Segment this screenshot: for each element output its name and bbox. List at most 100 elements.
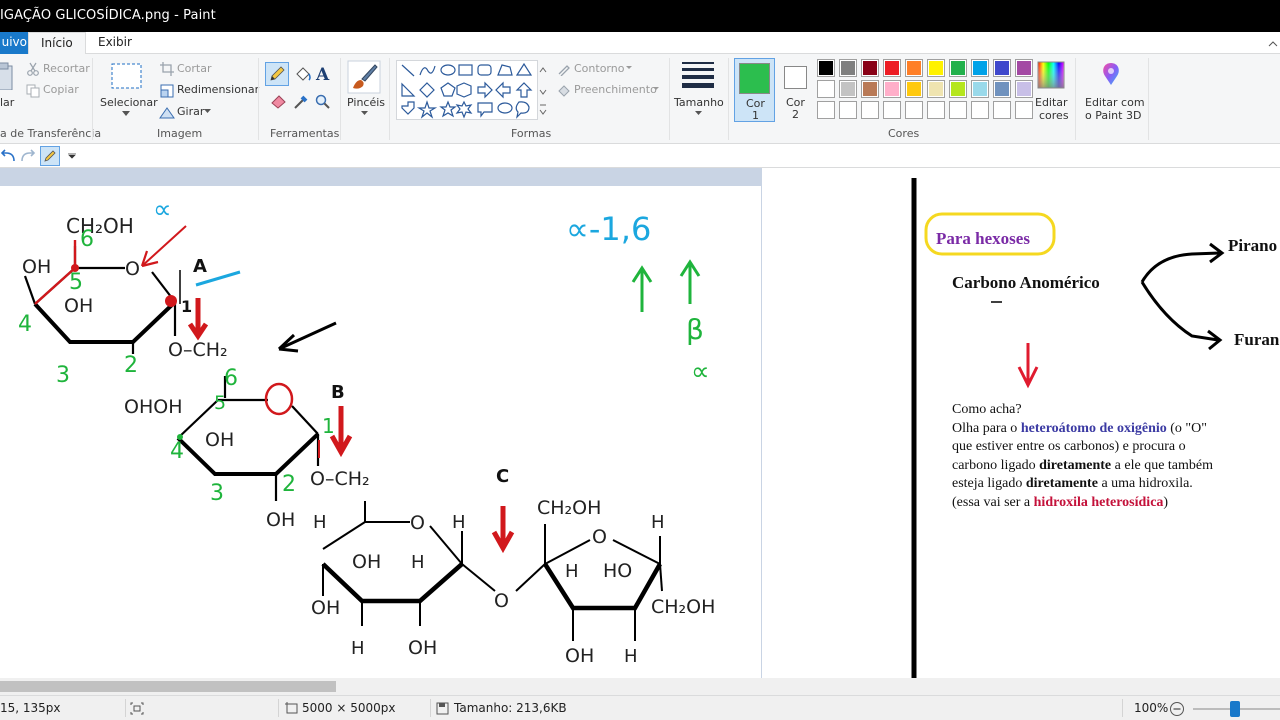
ring4-oh: OH bbox=[565, 645, 594, 667]
palette-swatch[interactable] bbox=[839, 80, 857, 98]
chevron-down-icon[interactable] bbox=[695, 111, 702, 116]
palette-swatch[interactable] bbox=[861, 101, 879, 119]
chevron-down-icon[interactable] bbox=[122, 111, 130, 117]
palette-swatch[interactable] bbox=[927, 80, 945, 98]
collapse-ribbon-icon[interactable] bbox=[1268, 40, 1278, 48]
cut-button[interactable]: Recortar bbox=[43, 62, 90, 75]
ribbon: lar Recortar Copiar a de Transferência S… bbox=[0, 41, 1280, 144]
paint3d-icon[interactable] bbox=[1097, 61, 1125, 89]
status-divider bbox=[278, 699, 279, 717]
redo-icon[interactable] bbox=[20, 148, 36, 164]
chevron-down-icon[interactable] bbox=[653, 87, 659, 91]
edit-colors-icon[interactable] bbox=[1037, 61, 1065, 89]
colors-group-label: Cores bbox=[888, 127, 920, 140]
color2-button[interactable]: Cor 2 bbox=[778, 58, 814, 122]
undo-icon[interactable] bbox=[0, 148, 16, 164]
brushes-button[interactable]: Pincéis bbox=[347, 96, 385, 109]
palette-swatch[interactable] bbox=[993, 59, 1011, 77]
palette-swatch[interactable] bbox=[905, 80, 923, 98]
group-divider bbox=[1075, 58, 1076, 140]
paste-icon[interactable] bbox=[0, 62, 14, 91]
label-c: C bbox=[496, 466, 509, 487]
tab-file[interactable]: uivo bbox=[0, 32, 29, 54]
chevron-down-icon[interactable] bbox=[204, 109, 211, 114]
zoom-out-icon[interactable] bbox=[1169, 701, 1185, 717]
size-icon[interactable] bbox=[682, 62, 714, 90]
color2-swatch bbox=[784, 66, 807, 89]
copy-icon bbox=[26, 83, 40, 102]
outline-button[interactable]: Contorno bbox=[574, 62, 624, 75]
ring4-ho: HO bbox=[603, 560, 632, 582]
color2-label-b: 2 bbox=[792, 108, 799, 121]
palette-swatch[interactable] bbox=[949, 59, 967, 77]
palette-swatch[interactable] bbox=[861, 59, 879, 77]
eraser-icon[interactable] bbox=[270, 93, 288, 109]
select-icon[interactable] bbox=[111, 63, 143, 95]
palette-swatch[interactable] bbox=[949, 101, 967, 119]
copy-button[interactable]: Copiar bbox=[43, 83, 79, 96]
paint3d-label-b[interactable]: o Paint 3D bbox=[1085, 109, 1141, 122]
rotate-button[interactable]: Girar bbox=[177, 105, 204, 118]
chevron-down-icon[interactable] bbox=[626, 66, 632, 70]
tab-home[interactable]: Início bbox=[28, 32, 86, 55]
palette-swatch[interactable] bbox=[949, 80, 967, 98]
carbon-number: 6 bbox=[80, 227, 94, 252]
scrollbar-thumb[interactable] bbox=[0, 681, 336, 692]
palette-swatch[interactable] bbox=[971, 101, 989, 119]
zoom-slider-thumb[interactable] bbox=[1230, 701, 1240, 717]
swatch-color bbox=[973, 82, 987, 96]
palette-swatch[interactable] bbox=[1015, 80, 1033, 98]
palette-swatch[interactable] bbox=[971, 80, 989, 98]
fill-button[interactable]: Preenchimento bbox=[574, 83, 657, 96]
notes-canvas[interactable]: Para hexoses Carbono Anomérico Pirano Fu… bbox=[762, 168, 1280, 678]
group-divider bbox=[340, 58, 341, 140]
selection-size-icon bbox=[130, 702, 144, 715]
palette-swatch[interactable] bbox=[817, 80, 835, 98]
paint3d-label-a[interactable]: Editar com bbox=[1085, 96, 1145, 109]
bridge-o: O bbox=[494, 590, 509, 612]
shapes-scroll[interactable] bbox=[538, 60, 548, 120]
brush-icon[interactable] bbox=[347, 60, 381, 94]
chevron-down-icon[interactable] bbox=[361, 111, 368, 116]
palette-swatch[interactable] bbox=[927, 101, 945, 119]
palette-swatch[interactable] bbox=[883, 101, 901, 119]
palette-swatch[interactable] bbox=[861, 80, 879, 98]
palette-swatch[interactable] bbox=[839, 59, 857, 77]
magnifier-icon[interactable] bbox=[315, 94, 331, 110]
palette-swatch[interactable] bbox=[817, 59, 835, 77]
palette-swatch[interactable] bbox=[993, 101, 1011, 119]
edit-colors-label-a[interactable]: Editar bbox=[1035, 96, 1068, 109]
palette-swatch[interactable] bbox=[905, 59, 923, 77]
svg-text:1: 1 bbox=[181, 297, 192, 316]
svg-text:1: 1 bbox=[322, 414, 335, 438]
select-button[interactable]: Selecionar bbox=[100, 96, 158, 109]
palette-swatch[interactable] bbox=[839, 101, 857, 119]
shapes-gallery[interactable] bbox=[396, 60, 538, 120]
crop-button[interactable]: Cortar bbox=[177, 62, 212, 75]
drawing-canvas[interactable]: CH₂OH OH O OH A 1 ∝ O–CH₂ OHOH OH OH O–C… bbox=[0, 186, 761, 678]
palette-swatch[interactable] bbox=[1015, 59, 1033, 77]
ring3-o: O bbox=[410, 512, 425, 534]
palette-swatch[interactable] bbox=[971, 59, 989, 77]
edit-colors-label-b[interactable]: cores bbox=[1039, 109, 1069, 122]
resize-button[interactable]: Redimensionar bbox=[177, 83, 259, 96]
customize-qat-icon[interactable] bbox=[68, 153, 76, 159]
horizontal-scrollbar[interactable] bbox=[0, 678, 1280, 695]
fill-bucket-icon[interactable] bbox=[293, 65, 311, 83]
palette-swatch[interactable] bbox=[905, 101, 923, 119]
palette-swatch[interactable] bbox=[1015, 101, 1033, 119]
size-button[interactable]: Tamanho bbox=[674, 96, 724, 109]
tab-view[interactable]: Exibir bbox=[86, 32, 144, 54]
palette-swatch[interactable] bbox=[883, 80, 901, 98]
paste-button[interactable]: lar bbox=[0, 96, 14, 109]
palette-swatch[interactable] bbox=[817, 101, 835, 119]
pencil-icon[interactable] bbox=[265, 62, 289, 86]
label-b: B bbox=[331, 382, 345, 403]
pencil-qat-icon[interactable] bbox=[40, 146, 60, 166]
color-picker-icon[interactable] bbox=[292, 93, 310, 111]
palette-swatch[interactable] bbox=[993, 80, 1011, 98]
palette-swatch[interactable] bbox=[927, 59, 945, 77]
palette-swatch[interactable] bbox=[883, 59, 901, 77]
text-icon[interactable]: A bbox=[315, 65, 331, 83]
color1-button[interactable]: Cor 1 bbox=[734, 58, 775, 122]
